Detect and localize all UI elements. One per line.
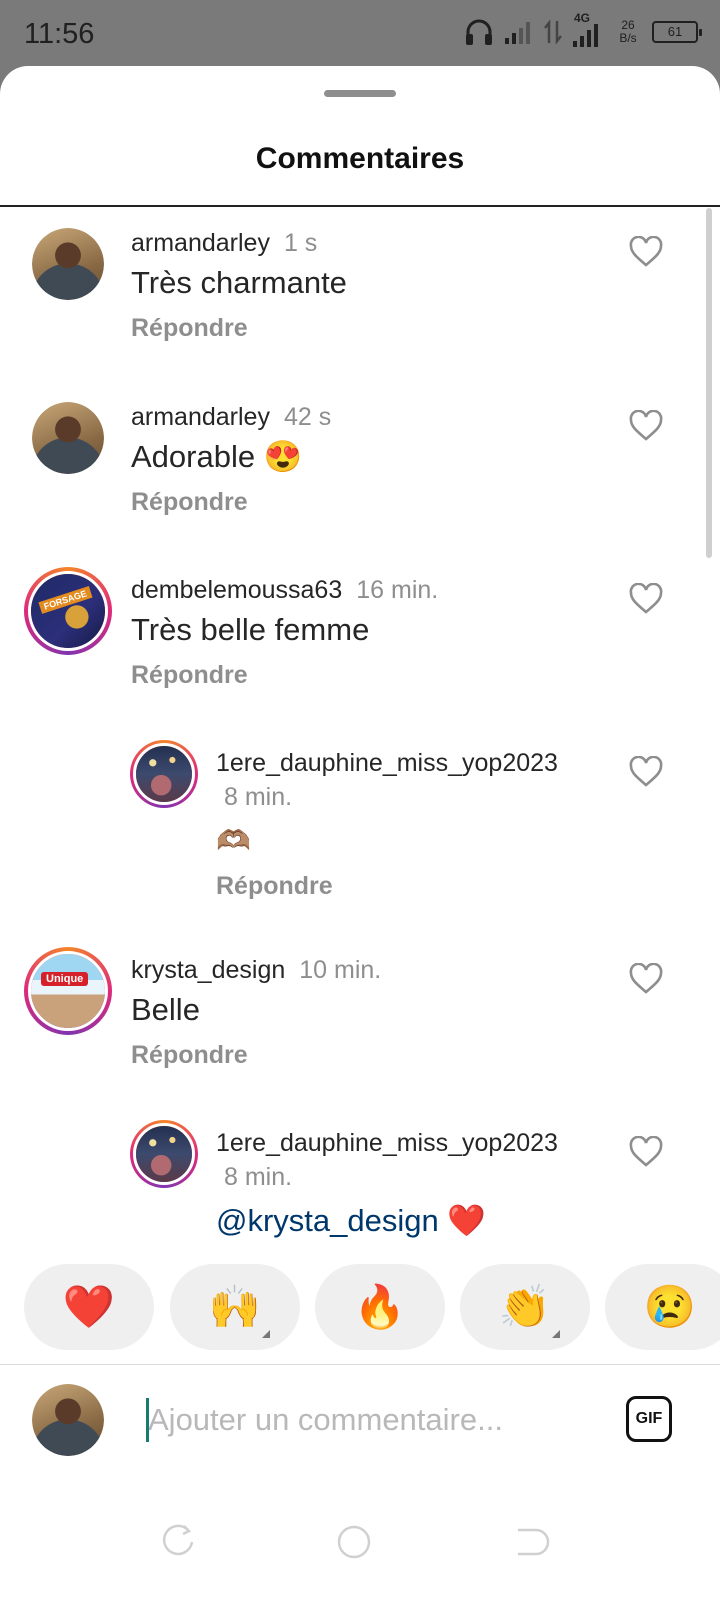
signal-bars-icon xyxy=(505,22,530,44)
reaction-clap-button[interactable]: 👏 xyxy=(460,1264,590,1350)
status-bar: 11:56 4G 26 B/s 61 xyxy=(0,0,720,66)
comment-text: Belle xyxy=(131,992,200,1027)
current-user-avatar xyxy=(32,1384,104,1456)
comment-username[interactable]: krysta_design xyxy=(131,956,285,984)
battery-icon: 61 xyxy=(652,21,702,43)
comment-emoji: ❤️ xyxy=(447,1203,486,1238)
comment-time: 10 min. xyxy=(299,956,382,984)
avatar-story-ring[interactable] xyxy=(130,1120,198,1188)
net-speed-unit: B/s xyxy=(619,31,637,45)
sheet-title: Commentaires xyxy=(255,142,465,175)
home-icon[interactable] xyxy=(334,1522,374,1562)
reaction-emoji: 👏 xyxy=(498,1282,552,1330)
comment-time: 8 min. xyxy=(224,1163,293,1191)
heart-outline-icon[interactable] xyxy=(628,756,664,788)
comment-composer: GIF xyxy=(0,1366,720,1476)
recent-apps-icon[interactable] xyxy=(158,1522,198,1562)
battery-level: 61 xyxy=(667,24,683,39)
reply-button[interactable]: Répondre xyxy=(131,661,248,690)
reply-button[interactable]: Répondre xyxy=(131,314,248,343)
comment-time: 1 s xyxy=(283,229,318,257)
avatar[interactable] xyxy=(32,402,104,474)
gif-button[interactable]: GIF xyxy=(626,1396,672,1442)
heart-outline-icon[interactable] xyxy=(628,1136,664,1168)
mention-link[interactable]: @krysta_design xyxy=(216,1203,439,1238)
comment-header: 1ere_dauphine_miss_yop2023 8 min. xyxy=(216,1126,606,1194)
comment-input[interactable] xyxy=(146,1394,586,1446)
text-caret xyxy=(146,1398,149,1442)
heart-outline-icon[interactable] xyxy=(628,963,664,995)
heart-outline-icon[interactable] xyxy=(628,236,664,268)
comment-header: dembelemoussa63 16 min. xyxy=(131,573,438,607)
comment-username[interactable]: dembelemoussa63 xyxy=(131,576,342,604)
signal-bars-icon xyxy=(573,24,598,47)
comment-time: 8 min. xyxy=(224,783,293,811)
skin-tone-indicator xyxy=(262,1330,270,1338)
comment-text: 🫶🏽 xyxy=(216,825,251,856)
comment-time: 42 s xyxy=(283,403,332,431)
reaction-fire-button[interactable]: 🔥 xyxy=(315,1264,445,1350)
divider xyxy=(0,1364,720,1365)
comment-header: 1ere_dauphine_miss_yop2023 8 min. xyxy=(216,746,606,814)
comment-username[interactable]: 1ere_dauphine_miss_yop2023 xyxy=(216,1129,558,1157)
comment-header: armandarley 1 s xyxy=(131,226,317,260)
reaction-emoji: 🙌 xyxy=(208,1282,262,1330)
comment-text: Très charmante xyxy=(131,265,347,300)
scrollbar[interactable] xyxy=(706,208,712,558)
reaction-heart-button[interactable]: ❤️ xyxy=(24,1264,154,1350)
comment-username[interactable]: armandarley xyxy=(131,229,270,257)
comment-time: 16 min. xyxy=(356,576,439,604)
reaction-crying-button[interactable]: 😢 xyxy=(605,1264,720,1350)
mobile-signal: 4G xyxy=(572,11,604,47)
reply-button[interactable]: Répondre xyxy=(131,1041,248,1070)
comment-text: Très belle femme xyxy=(131,612,370,647)
reply-button[interactable]: Répondre xyxy=(216,872,333,901)
net-speed: 26 B/s xyxy=(614,19,642,45)
data-arrows-icon xyxy=(544,19,562,45)
back-icon[interactable] xyxy=(512,1522,552,1562)
skin-tone-indicator xyxy=(552,1330,560,1338)
avatar-story-ring[interactable]: FORSAGE xyxy=(24,567,112,655)
comment-header: krysta_design 10 min. xyxy=(131,953,381,987)
comment-username[interactable]: armandarley xyxy=(131,403,270,431)
comment-header: armandarley 42 s xyxy=(131,400,331,434)
drag-handle[interactable] xyxy=(324,90,396,97)
status-icons: 4G 26 B/s 61 xyxy=(464,11,702,50)
comment-username[interactable]: 1ere_dauphine_miss_yop2023 xyxy=(216,749,558,777)
reply-button[interactable]: Répondre xyxy=(131,488,248,517)
quick-reactions: ❤️ 🙌 🔥 👏 😢 xyxy=(0,1254,720,1350)
comments-sheet: Commentaires armandarley 1 s Très charman… xyxy=(0,66,720,1600)
headset-icon xyxy=(466,19,492,45)
title-divider xyxy=(0,205,720,207)
system-nav-bar xyxy=(0,1486,720,1600)
comment-text: Adorable 😍 xyxy=(131,439,303,474)
avatar-story-ring[interactable] xyxy=(130,740,198,808)
status-time: 11:56 xyxy=(24,18,95,50)
heart-outline-icon[interactable] xyxy=(628,583,664,615)
comment-text: @krysta_design ❤️ xyxy=(216,1200,486,1242)
avatar-logo-text: FORSAGE xyxy=(38,586,93,614)
avatar-logo-text: Unique xyxy=(41,972,89,986)
avatar-story-ring[interactable]: Unique xyxy=(24,947,112,1035)
reaction-raised-hands-button[interactable]: 🙌 xyxy=(170,1264,300,1350)
heart-outline-icon[interactable] xyxy=(628,410,664,442)
avatar[interactable] xyxy=(32,228,104,300)
